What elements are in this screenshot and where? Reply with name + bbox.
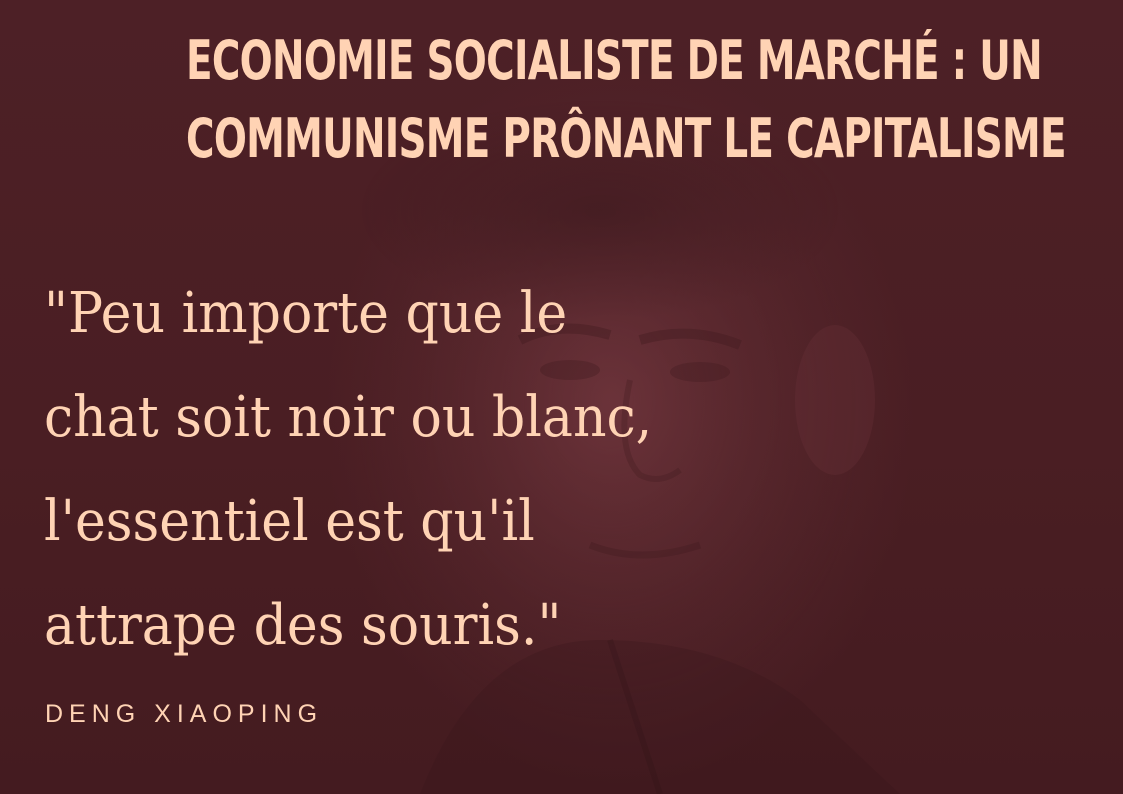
quote-line-2: chat soit noir ou blanc,	[44, 385, 653, 450]
quote-text: "Peu importe que le chat soit noir ou bl…	[44, 262, 788, 678]
poster-canvas: ECONOMIE SOCIALISTE DE MARCHÉ : UN COMMU…	[0, 0, 1123, 794]
quote-author: DENG XIAOPING	[45, 700, 324, 728]
title-line-1: ECONOMIE SOCIALISTE DE MARCHÉ : UN	[186, 29, 1043, 92]
quote-line-3: l'essentiel est qu'il	[44, 489, 535, 554]
quote-line-4: attrape des souris."	[44, 593, 562, 658]
title-line-2: COMMUNISME PRÔNANT LE CAPITALISME	[186, 107, 1067, 170]
quote-line-1: "Peu importe que le	[44, 281, 568, 346]
page-title: ECONOMIE SOCIALISTE DE MARCHÉ : UN COMMU…	[186, 22, 1067, 178]
